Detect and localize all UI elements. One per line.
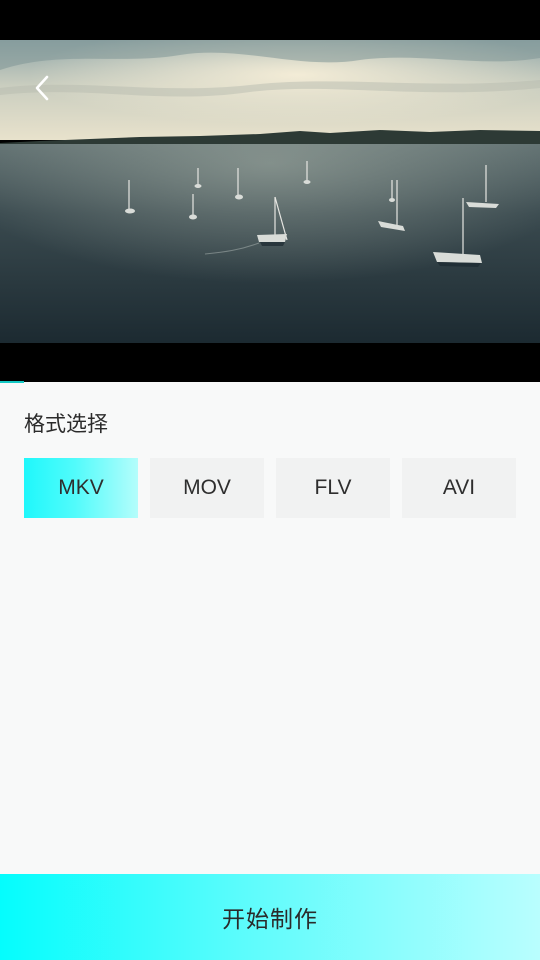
seascape-sailboats-image xyxy=(0,40,540,343)
format-option-flv[interactable]: FLV xyxy=(276,458,390,518)
chevron-left-icon xyxy=(35,75,49,101)
format-section-title: 格式选择 xyxy=(24,412,108,436)
video-progress-fill xyxy=(0,381,24,383)
format-option-avi[interactable]: AVI xyxy=(402,458,516,518)
video-format-screen: 格式选择 MKV MOV FLV AVI 开始制作 xyxy=(0,0,540,960)
back-button[interactable] xyxy=(22,66,62,110)
start-create-button[interactable]: 开始制作 xyxy=(0,874,540,960)
video-thumbnail xyxy=(0,40,540,343)
video-progress-bar[interactable] xyxy=(0,381,540,383)
format-option-mkv[interactable]: MKV xyxy=(24,458,138,518)
video-player[interactable] xyxy=(0,0,540,383)
format-options: MKV MOV FLV AVI xyxy=(24,458,516,518)
format-option-mov[interactable]: MOV xyxy=(150,458,264,518)
